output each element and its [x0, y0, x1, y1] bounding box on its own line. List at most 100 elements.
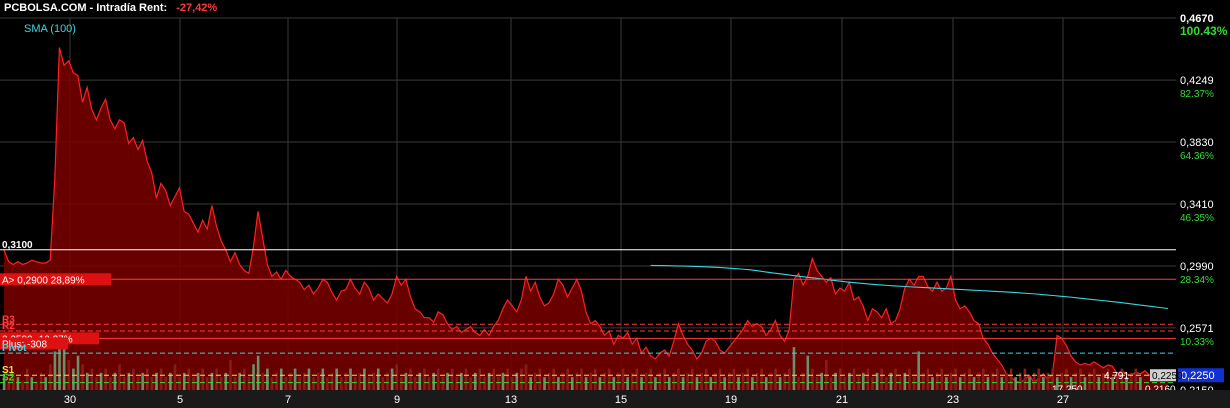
volume-bar	[986, 377, 990, 390]
volume-bar	[908, 368, 911, 390]
volume-bar	[455, 377, 459, 390]
volume-bar	[654, 377, 657, 390]
volume-bar	[649, 368, 653, 390]
volume-bar	[316, 372, 320, 390]
volume-bar	[806, 355, 810, 390]
volume-bar	[192, 377, 195, 390]
volume-bar	[866, 368, 870, 390]
x-tick-label: 9	[394, 394, 400, 406]
volume-bar	[367, 377, 371, 390]
volume-bar	[704, 368, 708, 390]
volume-bar	[640, 377, 643, 390]
volume-bar	[118, 364, 121, 390]
volume-bar	[723, 377, 726, 390]
volume-bar	[871, 377, 874, 390]
x-tick-label: 23	[947, 394, 959, 406]
volume-bar	[164, 377, 168, 390]
volume-bar	[233, 377, 237, 390]
volume-bar	[450, 368, 454, 390]
chart-header: PCBOLSA.COM - Intradía Rent: -27,42%	[4, 2, 217, 14]
volume-bar	[187, 368, 191, 390]
volume-bar	[681, 377, 685, 390]
volume-bar	[718, 368, 722, 390]
volume-bar	[95, 377, 98, 390]
volume-bar	[1009, 368, 1013, 390]
volume-bar	[764, 377, 768, 390]
y-tick-pct: 28.34%	[1180, 275, 1214, 286]
volume-bar	[815, 377, 819, 390]
volume-bar	[1134, 368, 1138, 390]
volume-bar	[326, 377, 329, 390]
volume-bar	[566, 368, 569, 390]
level-label: A> 0,2900 28,89%	[2, 275, 85, 286]
volume-bar	[797, 377, 800, 390]
volume-bar	[427, 377, 431, 390]
volume-bar	[589, 372, 593, 390]
volume-bar	[76, 355, 80, 390]
volume-bar	[16, 377, 20, 390]
volume-bar	[409, 368, 412, 390]
volume-bar	[885, 377, 888, 390]
volume-bar	[811, 368, 814, 390]
volume-bar	[25, 368, 29, 390]
volume-bar	[829, 377, 833, 390]
level-label: 0,3100	[2, 240, 33, 251]
volume-bar	[1037, 368, 1041, 390]
volume-bar	[931, 377, 934, 390]
sma-legend: SMA (100)	[24, 23, 76, 35]
volume-bar	[788, 368, 791, 390]
volume-bar	[709, 377, 713, 390]
x-tick-label: 13	[505, 394, 517, 406]
volume-bar	[968, 368, 971, 390]
volume-bar	[30, 377, 34, 390]
volume-bar	[284, 377, 288, 390]
volume-bar	[270, 377, 274, 390]
volume-bar	[48, 364, 52, 390]
volume-bar	[958, 377, 962, 390]
volume-bar	[242, 368, 246, 390]
volume-bar	[335, 368, 338, 390]
volume-bar	[404, 372, 408, 390]
volume-bar	[1005, 372, 1008, 390]
volume-bar	[1097, 377, 1101, 390]
volume-bar	[293, 368, 297, 390]
volume-bar	[423, 368, 426, 390]
volume-bar	[109, 377, 112, 390]
volume-bar	[150, 377, 154, 390]
volume-bar	[626, 377, 629, 390]
level-label: R2	[2, 321, 15, 332]
volume-bar	[72, 368, 75, 390]
volume-bar	[436, 368, 440, 390]
volume-bar	[917, 351, 920, 390]
volume-bar	[949, 372, 953, 390]
y-tick-price: 0,4249	[1180, 75, 1214, 87]
volume-bar	[141, 372, 144, 390]
volume-bar	[852, 368, 856, 390]
volume-bar	[353, 377, 357, 390]
y-tick-price: 0,2990	[1180, 261, 1214, 273]
volume-bar	[400, 377, 403, 390]
y-tick-pct: 10.33%	[1180, 337, 1214, 348]
volume-bar	[580, 368, 583, 390]
volume-bar	[926, 368, 930, 390]
volume-bar	[880, 368, 884, 390]
volume-bar	[132, 368, 135, 390]
volume-bar	[492, 368, 496, 390]
volume-bar	[173, 364, 177, 390]
x-tick-label: 30	[64, 394, 76, 406]
volume-bar	[663, 368, 666, 390]
volume-bar	[464, 368, 468, 390]
volume-bar	[104, 368, 108, 390]
volume-bar	[635, 368, 639, 390]
volume-bar	[219, 377, 223, 390]
volume-bar	[594, 368, 597, 390]
volume-bar	[339, 377, 343, 390]
volume-bar	[584, 377, 588, 390]
volume-bar	[510, 377, 514, 390]
volume-bar	[751, 377, 754, 390]
volume-bar	[954, 368, 957, 390]
volume-bar	[598, 377, 602, 390]
volume-bar	[506, 368, 509, 390]
volume-bar	[543, 377, 546, 390]
x-tick-label: 27	[1057, 394, 1069, 406]
